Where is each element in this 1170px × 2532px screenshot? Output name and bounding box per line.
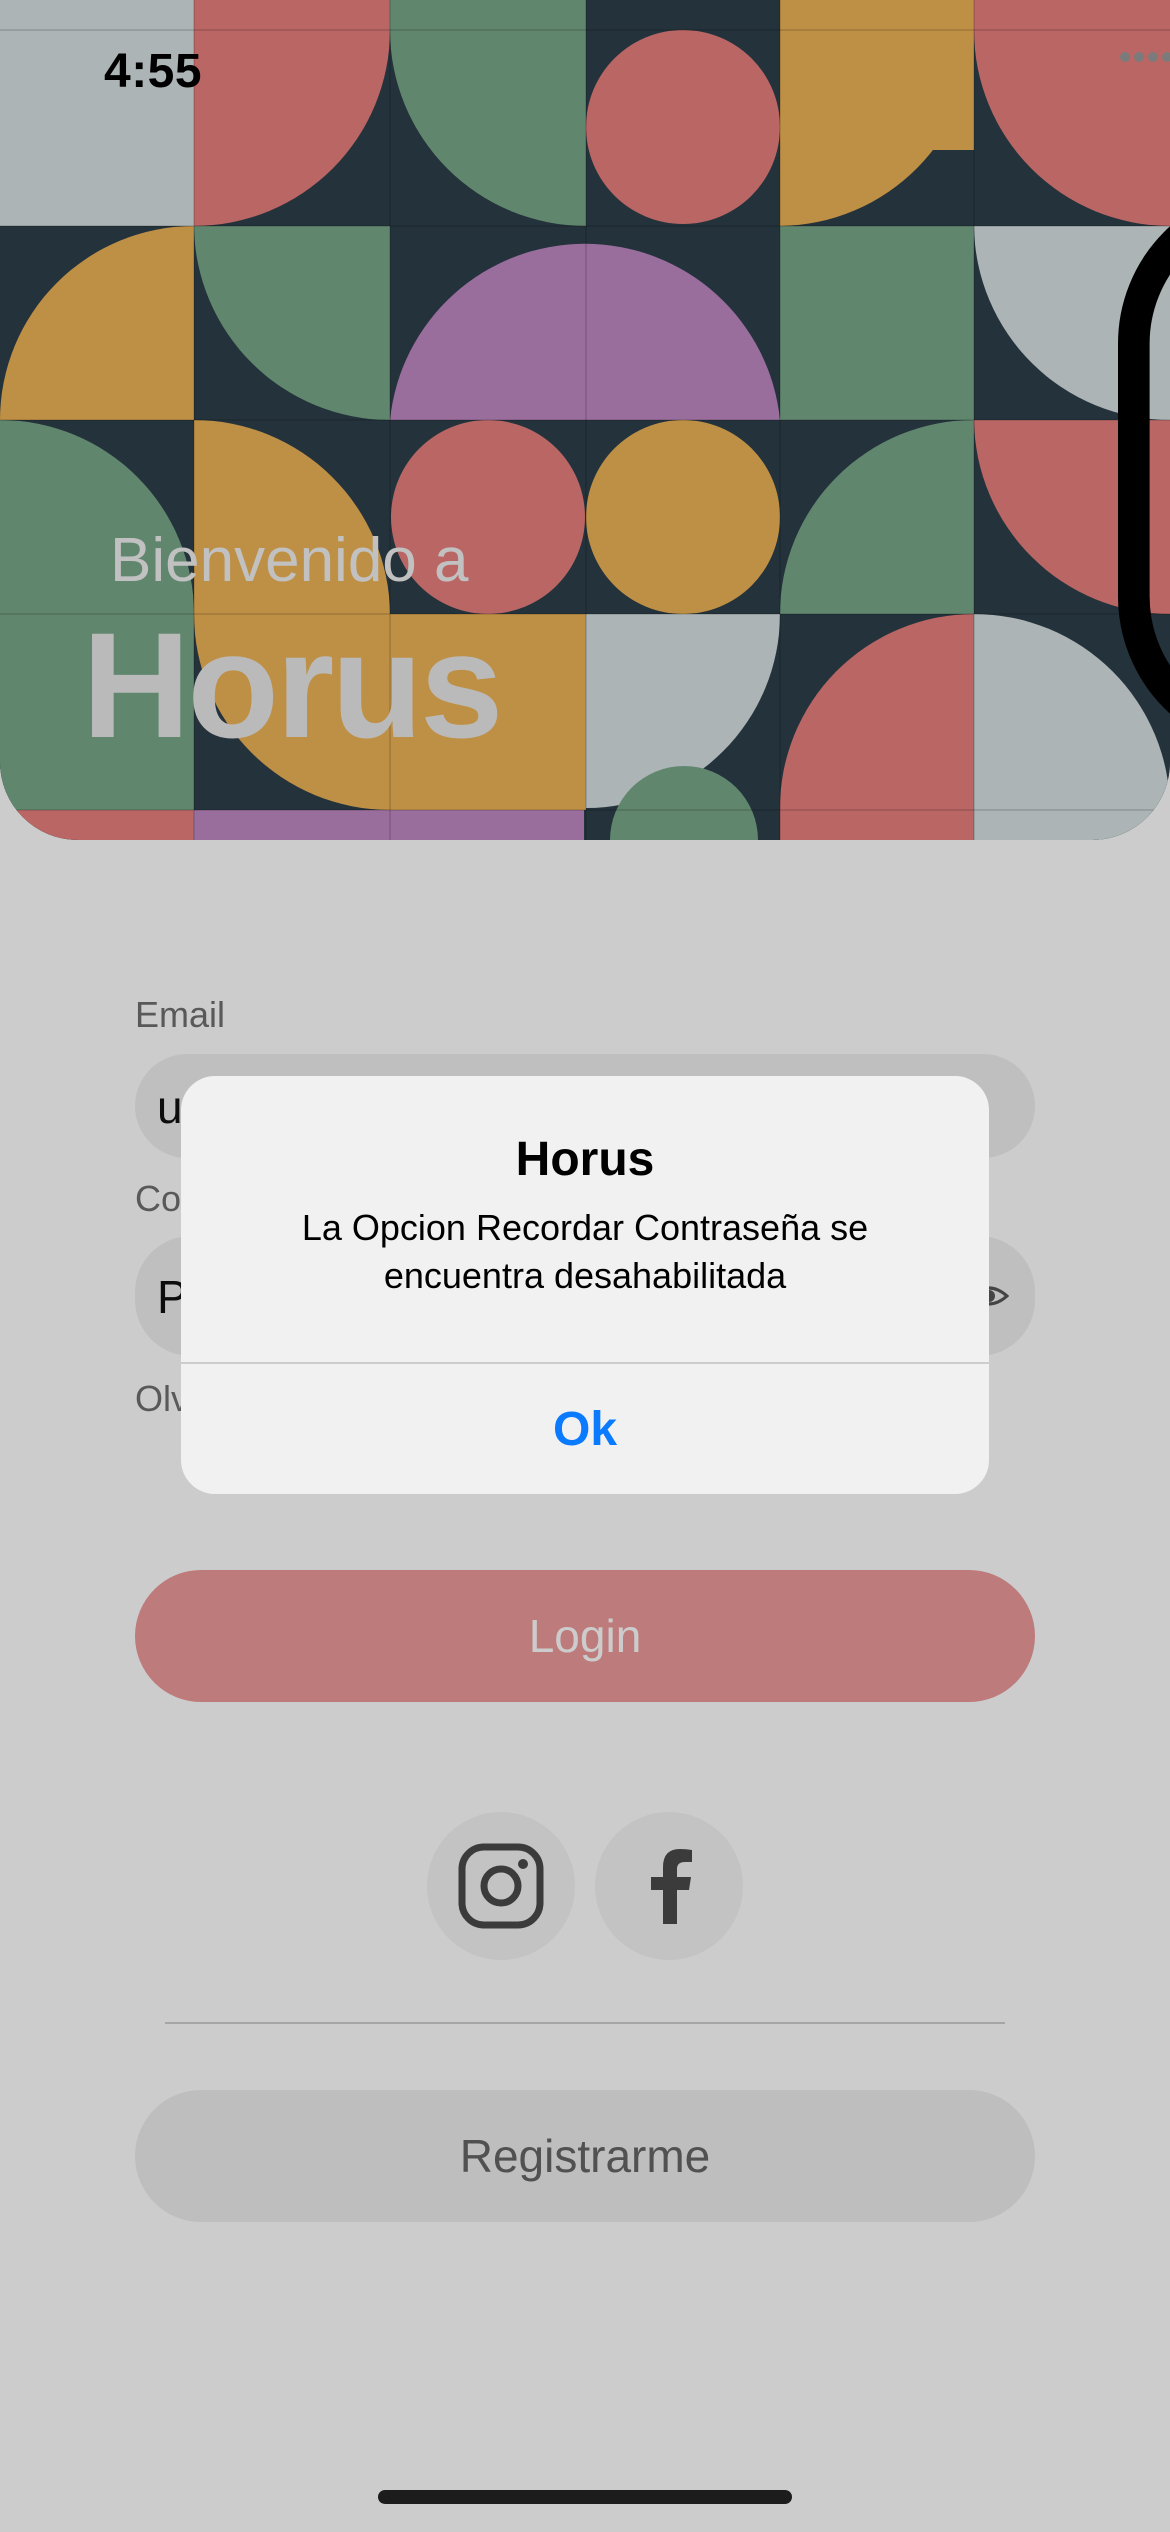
login-screen: 4:55 Bienvenido a Horus Email u Co P Olv… bbox=[0, 0, 1170, 2532]
alert-dialog: Horus La Opcion Recordar Contraseña se e… bbox=[181, 1076, 989, 1494]
alert-title: Horus bbox=[515, 1133, 655, 1186]
alert-ok-button[interactable]: Ok bbox=[181, 1364, 989, 1494]
home-indicator[interactable] bbox=[378, 2490, 792, 2504]
alert-message: La Opcion Recordar Contraseña se encuent… bbox=[301, 1207, 869, 1296]
